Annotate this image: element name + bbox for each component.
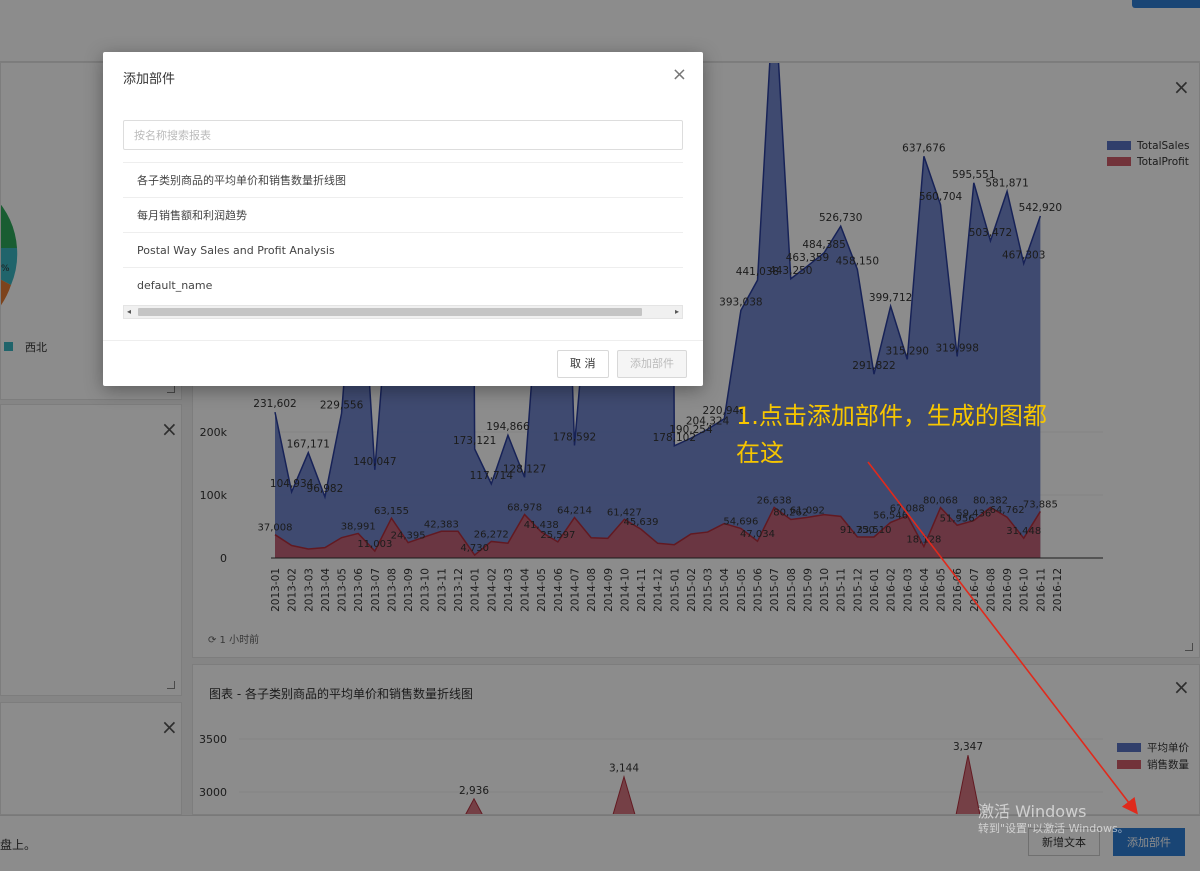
scrollbar-thumb[interactable]	[138, 308, 642, 316]
close-icon[interactable]: ×	[672, 66, 687, 84]
report-search-input[interactable]	[123, 120, 683, 150]
annotation-line-1: 1.点击添加部件，生成的图都	[736, 402, 1047, 430]
report-list: 各子类别商品的平均单价和销售数量折线图 每月销售额和利润趋势 Postal Wa…	[123, 162, 683, 302]
activate-windows-hint: 转到"设置"以激活 Windows。	[978, 822, 1129, 835]
tutorial-annotation: 1.点击添加部件，生成的图都 在这	[736, 398, 1116, 472]
add-widget-dialog: 添加部件 × 各子类别商品的平均单价和销售数量折线图 每月销售额和利润趋势 Po…	[103, 52, 703, 386]
dialog-footer: 取 消 添加部件	[103, 340, 703, 386]
report-list-item[interactable]: 每月销售额和利润趋势	[123, 197, 683, 232]
cancel-button[interactable]: 取 消	[557, 350, 609, 378]
report-list-item[interactable]: default_name	[123, 267, 683, 302]
annotation-line-2: 在这	[736, 439, 784, 467]
activate-windows-watermark: 激活 Windows	[978, 802, 1087, 821]
confirm-add-widget-button[interactable]: 添加部件	[617, 350, 687, 378]
scroll-left-icon[interactable]: ◂	[127, 306, 131, 318]
dialog-title: 添加部件	[123, 72, 176, 87]
horizontal-scrollbar[interactable]: ◂ ▸	[123, 305, 683, 319]
report-list-item[interactable]: 各子类别商品的平均单价和销售数量折线图	[123, 162, 683, 197]
scroll-right-icon[interactable]: ▸	[675, 306, 679, 318]
report-list-item[interactable]: Postal Way Sales and Profit Analysis	[123, 232, 683, 267]
